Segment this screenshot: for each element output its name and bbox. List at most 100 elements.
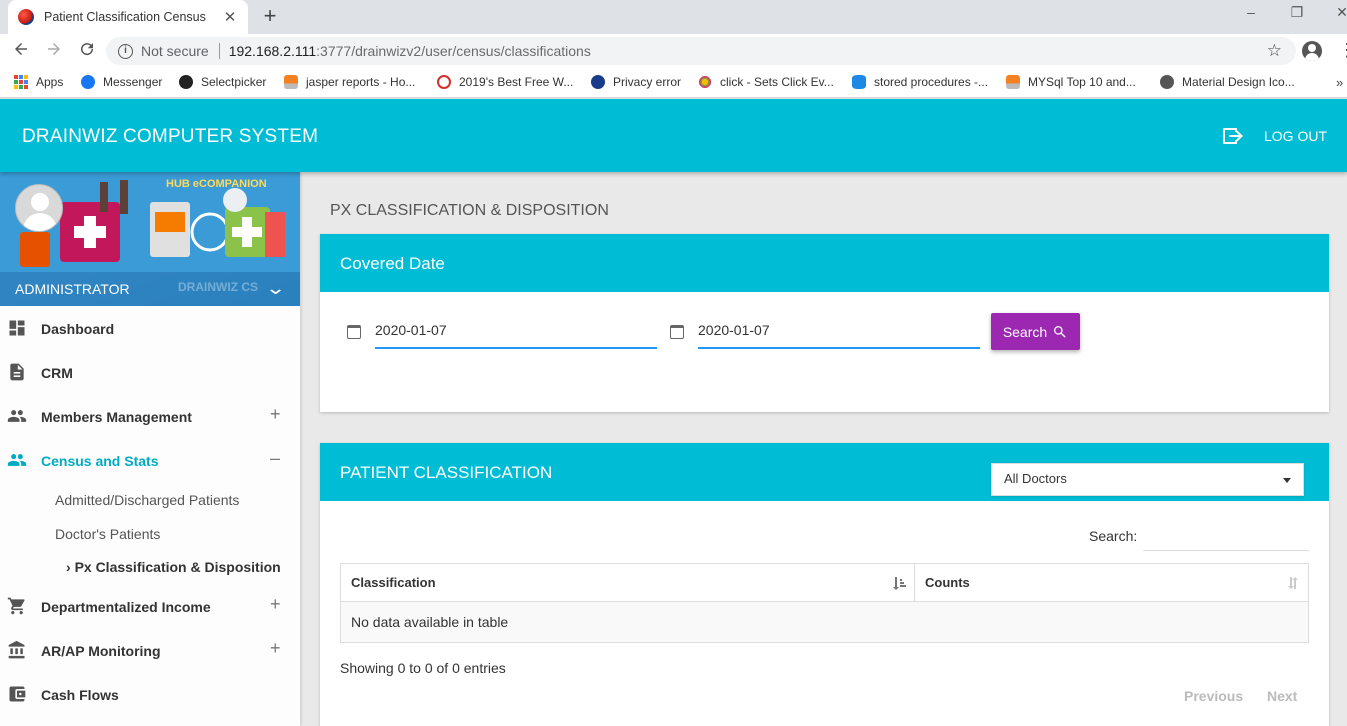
chevron-down-icon[interactable]: ⌄: [265, 278, 286, 299]
app-header: DRAINWIZ COMPUTER SYSTEM LOG OUT: [0, 99, 1347, 172]
people-icon: [7, 454, 27, 466]
tab-title: Patient Classification Census: [44, 10, 206, 24]
new-tab-button[interactable]: +: [258, 4, 282, 28]
search-button[interactable]: Search: [991, 313, 1080, 350]
bookmark-stored-procedures[interactable]: stored procedures -...: [852, 75, 988, 89]
doctor-select-value: All Doctors: [1004, 471, 1067, 486]
date-from-input[interactable]: [375, 318, 657, 349]
bookmark-label: Selectpicker: [201, 75, 267, 89]
bookmark-click-sets[interactable]: click - Sets Click Ev...: [698, 75, 834, 89]
logout-icon[interactable]: [1221, 126, 1245, 146]
document-icon: [10, 363, 24, 381]
minimize-button[interactable]: –: [1241, 4, 1261, 20]
forward-icon[interactable]: [43, 40, 65, 62]
bookmark-label: 2019's Best Free W...: [459, 75, 574, 89]
profile-icon[interactable]: [1302, 41, 1322, 61]
reload-icon[interactable]: [76, 40, 98, 62]
url-bar[interactable]: i Not secure 192.168.2.111 :3777/drainwi…: [106, 37, 1296, 65]
search-icon: [1054, 325, 1066, 338]
bookmark-apps[interactable]: Apps: [14, 75, 63, 89]
bookmarks-more-icon[interactable]: »: [1336, 75, 1343, 90]
spark-icon: [698, 75, 712, 89]
sidebar-subitem-admitted-discharged[interactable]: Admitted/Discharged Patients: [55, 492, 239, 508]
column-header-classification[interactable]: Classification: [340, 563, 915, 602]
sidebar-item-dashboard[interactable]: Dashboard: [0, 306, 300, 350]
sidebar-item-departmentalized-income[interactable]: Departmentalized Income +: [0, 584, 300, 628]
empty-table-message: No data available in table: [340, 601, 1309, 643]
doctor-select[interactable]: All Doctors: [991, 463, 1304, 496]
sidebar-item-ar-ap-monitoring[interactable]: AR/AP Monitoring +: [0, 628, 300, 672]
page-title: PX CLASSIFICATION & DISPOSITION: [330, 202, 609, 219]
user-info-panel: HUB eCOMPANION ADMINISTRATOR DRAINWIZ CS…: [0, 172, 300, 306]
bookmark-label: MYSql Top 10 and...: [1028, 75, 1136, 89]
sidebar-item-census-and-stats[interactable]: Census and Stats –: [0, 438, 300, 482]
sidebar-subitem-doctors-patients[interactable]: Doctor's Patients: [55, 526, 160, 542]
expand-icon[interactable]: +: [270, 404, 281, 425]
previous-page-button[interactable]: Previous: [1184, 688, 1243, 704]
bookmark-label: Apps: [36, 75, 64, 89]
user-bar[interactable]: ADMINISTRATOR DRAINWIZ CS ⌄: [0, 272, 300, 306]
user-name: ADMINISTRATOR: [15, 281, 130, 297]
url-separator: [218, 43, 220, 59]
tab-close-icon[interactable]: ✕: [222, 8, 238, 26]
avatar[interactable]: [15, 184, 63, 232]
date-to-input[interactable]: [698, 318, 980, 349]
sidebar-item-crm[interactable]: CRM: [0, 350, 300, 394]
column-header-counts[interactable]: Counts: [914, 563, 1309, 602]
classification-table: Classification Counts No data available …: [340, 563, 1309, 643]
column-header-label: Counts: [925, 575, 970, 590]
people-icon: [7, 410, 27, 422]
expand-icon[interactable]: +: [270, 638, 281, 659]
bookmark-selectpicker[interactable]: Selectpicker: [179, 75, 266, 89]
back-icon[interactable]: [10, 40, 32, 62]
address-bar: i Not secure 192.168.2.111 :3777/drainwi…: [0, 34, 1347, 68]
brand-title[interactable]: DRAINWIZ COMPUTER SYSTEM: [22, 126, 318, 148]
stackoverflow-icon: [284, 75, 298, 89]
bookmark-best-free[interactable]: 2019's Best Free W...: [437, 75, 573, 89]
bookmark-material-design[interactable]: Material Design Ico...: [1160, 75, 1295, 89]
bookmarks-bar: Apps Messenger Selectpicker jasper repor…: [0, 68, 1347, 98]
column-header-label: Classification: [351, 575, 436, 590]
bookmark-jasper[interactable]: jasper reports - Ho...: [284, 75, 415, 89]
sidebar-item-label: Members Management: [41, 409, 192, 425]
browser-tab-bar: Patient Classification Census ✕ + – ❐ ✕: [0, 0, 1347, 34]
calendar-icon[interactable]: [670, 325, 684, 339]
restore-button[interactable]: ❐: [1287, 4, 1307, 21]
browser-tab[interactable]: Patient Classification Census ✕: [8, 0, 248, 34]
caret-down-icon: [1283, 478, 1291, 483]
sidebar-item-label: Departmentalized Income: [41, 599, 211, 615]
table-search-input[interactable]: [1143, 522, 1309, 551]
info-icon[interactable]: i: [118, 43, 133, 59]
sidebar: HUB eCOMPANION ADMINISTRATOR DRAINWIZ CS…: [0, 172, 300, 726]
bookmark-label: Material Design Ico...: [1182, 75, 1295, 89]
github-icon: [179, 75, 193, 89]
close-window-button[interactable]: ✕: [1332, 4, 1347, 21]
sidebar-item-members-management[interactable]: Members Management +: [0, 394, 300, 438]
drainwiz-watermark: DRAINWIZ CS: [178, 280, 258, 294]
logout-button[interactable]: LOG OUT: [1264, 128, 1327, 144]
table-search-label: Search:: [1089, 528, 1138, 544]
url-host: 192.168.2.111: [228, 43, 317, 59]
search-button-label: Search: [1002, 323, 1048, 340]
url-path: :3777/drainwizv2/user/census/classificat…: [316, 43, 591, 59]
next-page-button[interactable]: Next: [1267, 688, 1297, 704]
covered-date-header: Covered Date: [320, 234, 1329, 292]
bookmark-star-icon[interactable]: ☆: [1267, 41, 1282, 61]
database-icon: [852, 75, 866, 89]
apps-grid-icon: [14, 75, 28, 89]
bookmark-mysql-top10[interactable]: MYSql Top 10 and...: [1006, 75, 1136, 89]
bookmark-label: Privacy error: [613, 75, 682, 89]
bookmark-privacy-error[interactable]: Privacy error: [591, 75, 681, 89]
expand-icon[interactable]: +: [270, 594, 281, 615]
sidebar-item-label: AR/AP Monitoring: [41, 643, 161, 659]
table-info: Showing 0 to 0 of 0 entries: [340, 660, 506, 676]
calendar-icon[interactable]: [347, 325, 361, 339]
favicon-icon: [18, 9, 34, 25]
collapse-icon[interactable]: –: [270, 448, 280, 469]
hub-ecompanion-label: HUB eCOMPANION: [166, 178, 267, 190]
sidebar-item-label: Census and Stats: [41, 453, 159, 469]
sidebar-item-cash-flows[interactable]: Cash Flows: [0, 672, 300, 716]
bookmark-messenger[interactable]: Messenger: [81, 75, 162, 89]
sidebar-subitem-px-classification[interactable]: › Px Classification & Disposition: [66, 559, 281, 575]
browser-menu-icon[interactable]: ⋮: [1338, 40, 1347, 61]
